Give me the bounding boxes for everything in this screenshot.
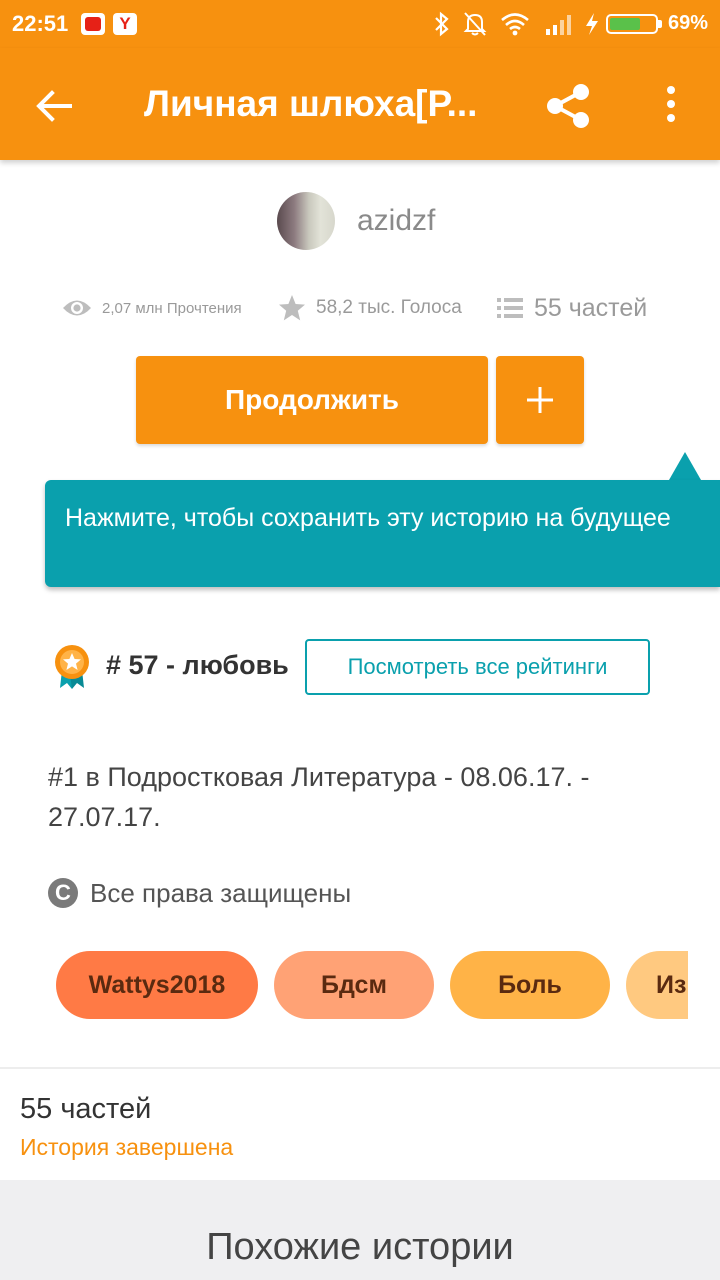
status-bar: 22:51 Y 69% bbox=[0, 0, 720, 48]
story-description: #1 в Подростковая Литература - 08.06.17.… bbox=[48, 762, 590, 832]
story-status: История завершена bbox=[20, 1134, 234, 1160]
copyright-icon: C bbox=[48, 878, 78, 908]
ranking-text: # 57 - любовь bbox=[106, 650, 289, 680]
eye-icon bbox=[63, 300, 91, 316]
parts-stat[interactable]: 55 частей bbox=[496, 290, 647, 326]
back-arrow-icon[interactable] bbox=[30, 82, 78, 130]
add-to-library-button[interactable] bbox=[496, 356, 584, 444]
more-vert-icon[interactable] bbox=[656, 84, 686, 124]
bluetooth-icon bbox=[435, 11, 449, 37]
signal-icon bbox=[546, 15, 571, 35]
tag-chip[interactable]: Из bbox=[626, 951, 688, 1019]
story-title: Личная шлюха[Р... bbox=[144, 83, 478, 124]
tag-chip[interactable]: Боль bbox=[450, 951, 610, 1019]
parts-count: 55 частей bbox=[534, 293, 648, 322]
section-divider bbox=[0, 1067, 720, 1069]
views-stat: 2,07 млн Прочтения bbox=[62, 290, 242, 326]
view-all-rankings-button[interactable]: Посмотреть все рейтинги bbox=[305, 639, 650, 695]
app-bar: Личная шлюха[Р... bbox=[0, 48, 720, 160]
author-name[interactable]: azidzf bbox=[357, 204, 435, 238]
copyright-text: Все права защищены bbox=[90, 878, 352, 908]
tag-chip[interactable]: Бдсм bbox=[274, 951, 434, 1019]
battery-fill bbox=[610, 18, 640, 30]
parts-title[interactable]: 55 частей bbox=[20, 1093, 151, 1126]
battery-percent: 69% bbox=[668, 12, 709, 34]
wifi-icon bbox=[501, 13, 529, 36]
battery-tip bbox=[658, 20, 662, 28]
votes-count: 58,2 тыс. Голоса bbox=[316, 297, 462, 318]
similar-stories-title: Похожие истории bbox=[206, 1226, 514, 1268]
save-story-tooltip[interactable]: Нажмите, чтобы сохранить эту историю на … bbox=[45, 480, 720, 587]
author-avatar[interactable] bbox=[277, 192, 335, 250]
votes-stat: 58,2 тыс. Голоса bbox=[278, 290, 462, 326]
star-icon bbox=[279, 295, 305, 321]
plus-icon bbox=[527, 387, 553, 413]
status-time: 22:51 bbox=[12, 11, 69, 36]
medal-icon bbox=[55, 645, 89, 689]
continue-reading-button[interactable]: Продолжить bbox=[136, 356, 488, 444]
list-icon bbox=[497, 298, 523, 318]
similar-stories-section: Похожие истории bbox=[0, 1180, 720, 1280]
tag-list: Wattys2018 Бдсм Боль Из bbox=[56, 951, 688, 1019]
battery-icon bbox=[606, 14, 658, 34]
tag-chip[interactable]: Wattys2018 bbox=[56, 951, 258, 1019]
mute-icon bbox=[463, 12, 487, 36]
tooltip-text: Нажмите, чтобы сохранить эту историю на … bbox=[65, 504, 671, 532]
yandex-icon: Y bbox=[113, 13, 137, 35]
youtube-icon bbox=[81, 13, 105, 35]
share-icon[interactable] bbox=[540, 78, 596, 134]
tooltip-arrow bbox=[669, 452, 701, 480]
charging-icon bbox=[586, 13, 598, 35]
views-count: 2,07 млн Прочтения bbox=[102, 299, 242, 317]
